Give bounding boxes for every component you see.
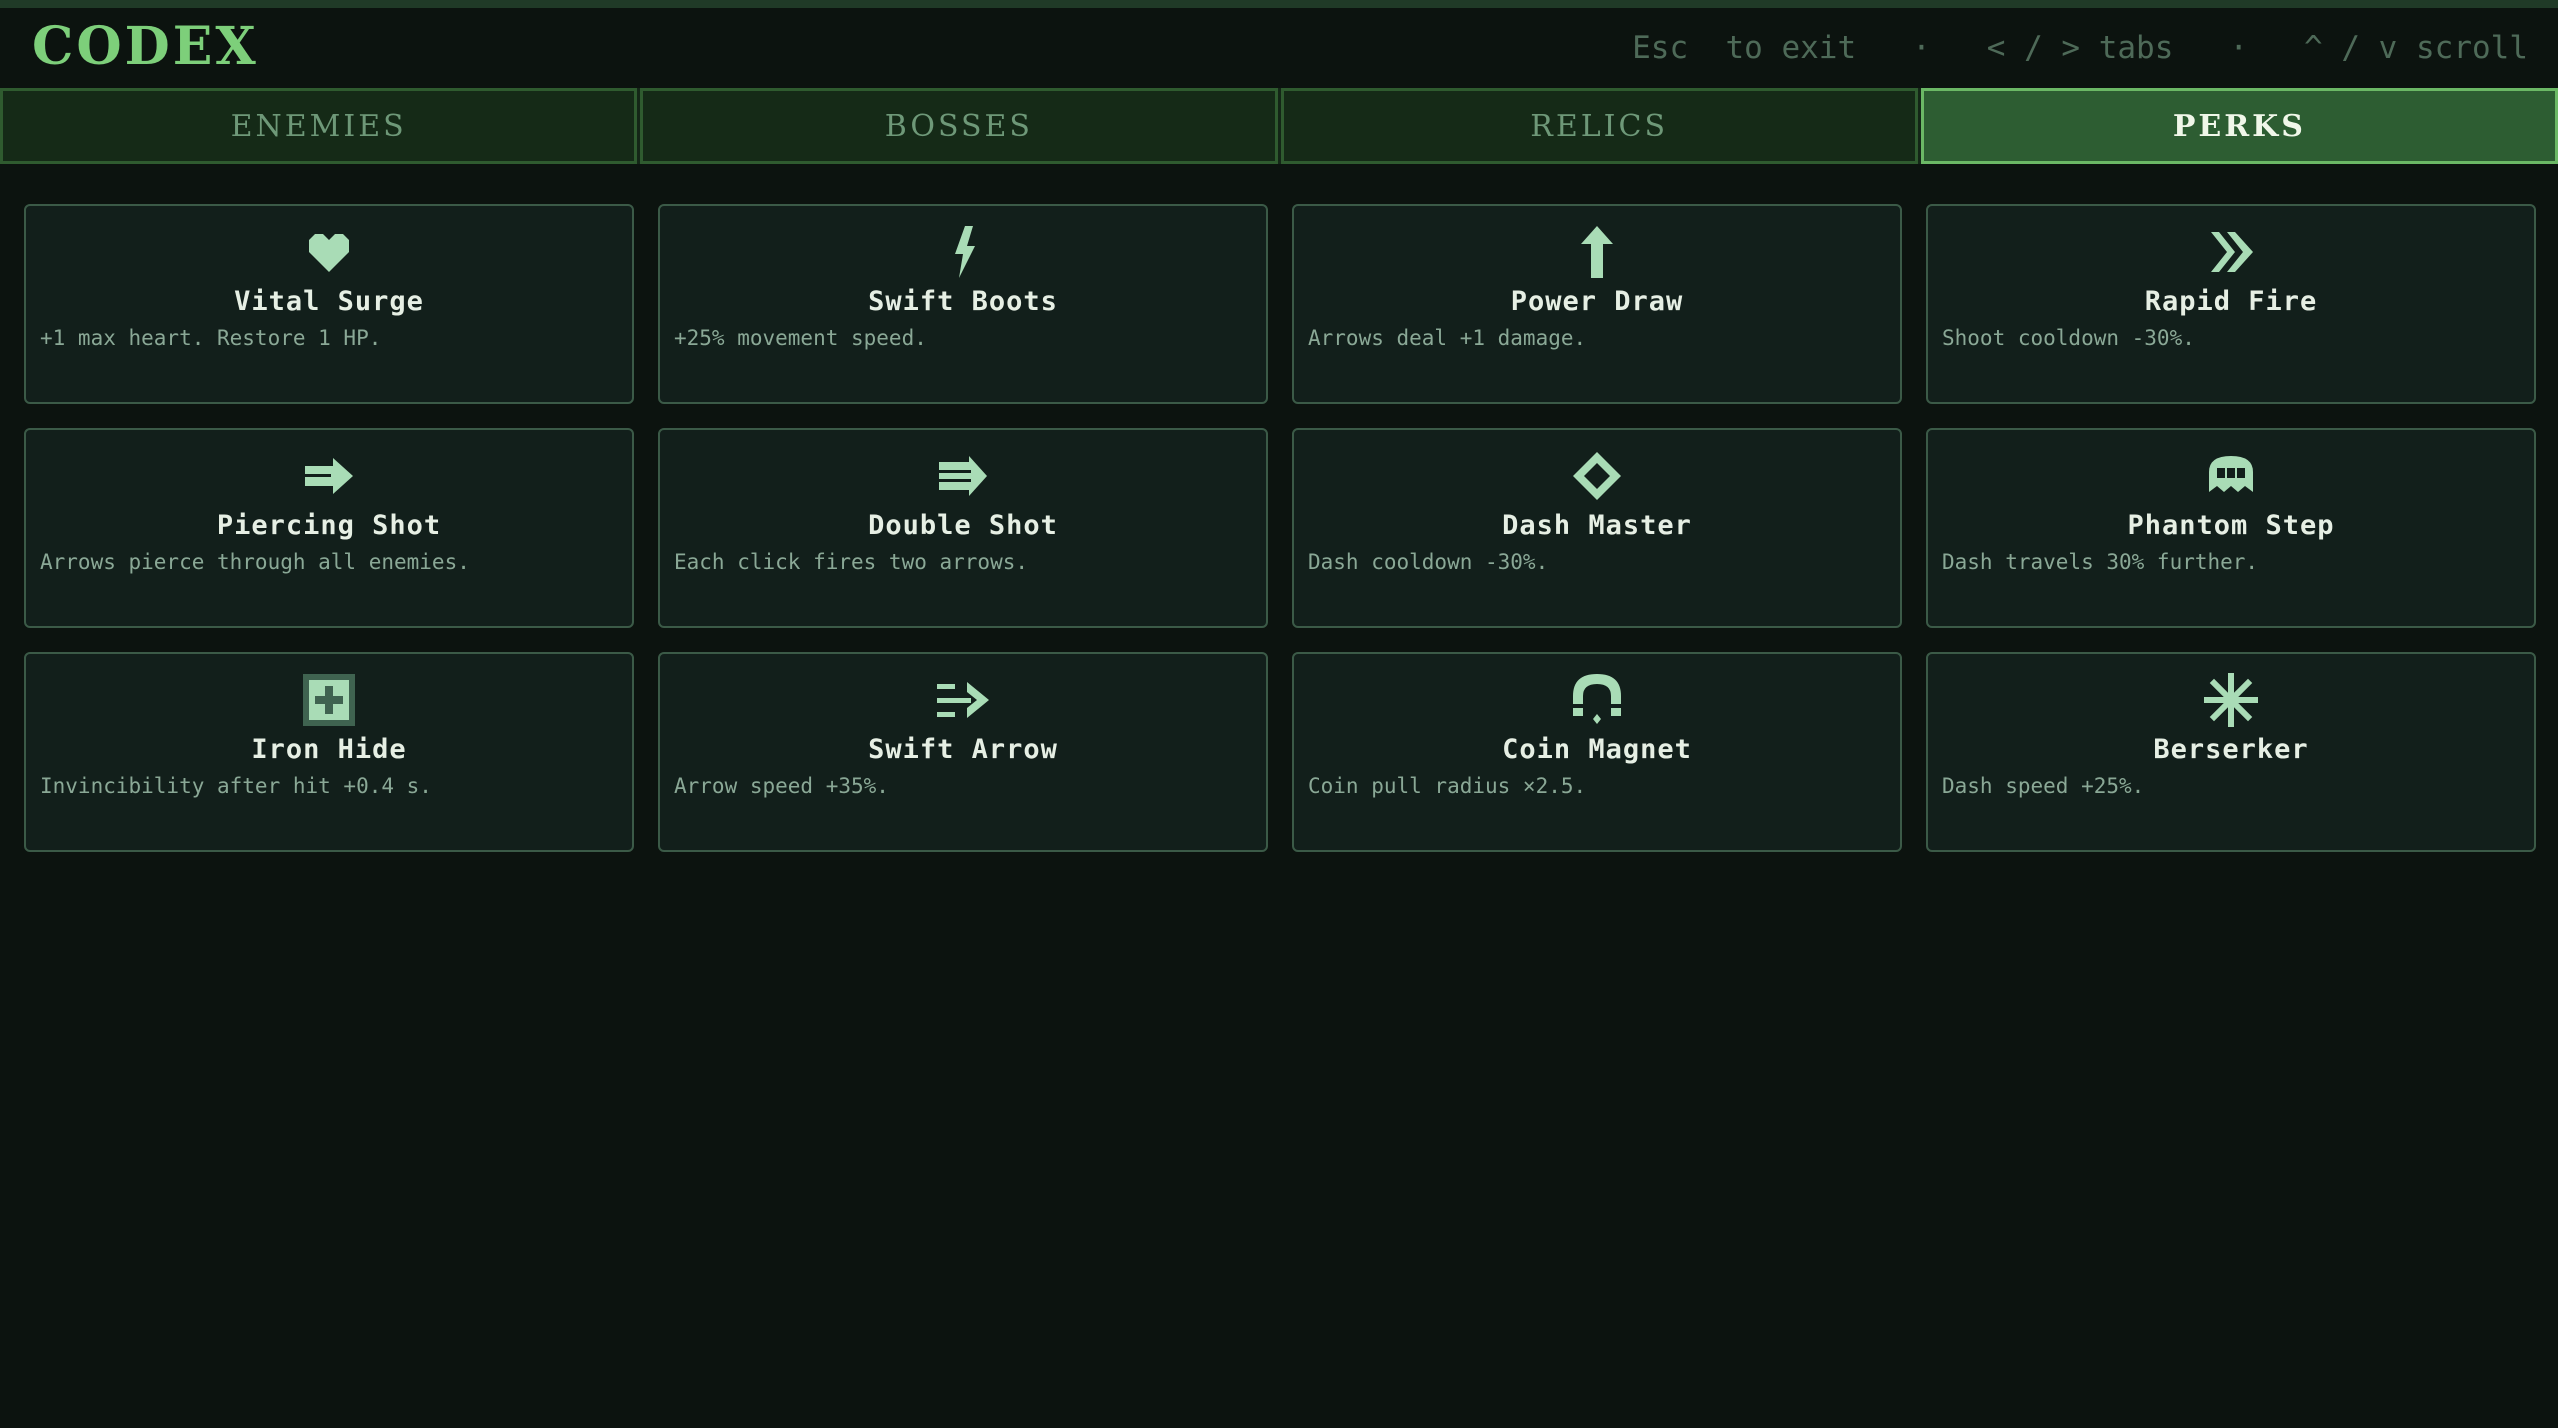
ghost-icon — [2203, 448, 2259, 504]
perk-card-vital-surge[interactable]: Vital Surge +1 max heart. Restore 1 HP. — [24, 204, 634, 404]
perk-card-rapid-fire[interactable]: Rapid Fire Shoot cooldown -30%. — [1926, 204, 2536, 404]
tab-bosses[interactable]: BOSSES — [640, 88, 1278, 164]
perk-description: +25% movement speed. — [674, 326, 927, 350]
perk-description: Coin pull radius ×2.5. — [1308, 774, 1587, 798]
shield-plus-icon — [301, 672, 357, 728]
starburst-icon — [2203, 672, 2259, 728]
perk-card-dash-master[interactable]: Dash Master Dash cooldown -30%. — [1292, 428, 1902, 628]
magnet-icon — [1569, 672, 1625, 728]
perk-description: Invincibility after hit +0.4 s. — [40, 774, 432, 798]
controls-hint: Esc to exit · < / > tabs · ^ / v scroll — [1632, 30, 2528, 66]
perk-name: Vital Surge — [234, 286, 424, 317]
perk-name: Double Shot — [868, 510, 1058, 541]
perk-card-double-shot[interactable]: Double Shot Each click fires two arrows. — [658, 428, 1268, 628]
perk-card-coin-magnet[interactable]: Coin Magnet Coin pull radius ×2.5. — [1292, 652, 1902, 852]
perk-name: Berserker — [2153, 734, 2309, 765]
perk-card-berserker[interactable]: Berserker Dash speed +25%. — [1926, 652, 2536, 852]
perk-card-piercing-shot[interactable]: Piercing Shot Arrows pierce through all … — [24, 428, 634, 628]
tab-perks[interactable]: PERKS — [1920, 88, 2558, 164]
perk-description: Arrows pierce through all enemies. — [40, 550, 470, 574]
codex-tabs: ENEMIES BOSSES RELICS PERKS — [0, 88, 2558, 164]
perk-description: Dash cooldown -30%. — [1308, 550, 1549, 574]
perk-grid: Vital Surge +1 max heart. Restore 1 HP. … — [24, 204, 2536, 852]
perk-description: Dash speed +25%. — [1942, 774, 2145, 798]
perk-name: Piercing Shot — [216, 510, 442, 541]
perk-card-iron-hide[interactable]: Iron Hide Invincibility after hit +0.4 s… — [24, 652, 634, 852]
perk-description: Arrow speed +35%. — [674, 774, 889, 798]
perk-name: Coin Magnet — [1502, 734, 1692, 765]
codex-header: CODEX Esc to exit · < / > tabs · ^ / v s… — [0, 8, 2558, 88]
piercing-arrow-icon — [301, 448, 357, 504]
perk-description: Each click fires two arrows. — [674, 550, 1029, 574]
perk-description: Arrows deal +1 damage. — [1308, 326, 1587, 350]
perk-name: Power Draw — [1510, 286, 1684, 317]
perk-card-swift-arrow[interactable]: Swift Arrow Arrow speed +35%. — [658, 652, 1268, 852]
page-title: CODEX — [32, 16, 259, 77]
arrow-up-icon — [1569, 224, 1625, 280]
top-border — [0, 0, 2558, 8]
perk-card-swift-boots[interactable]: Swift Boots +25% movement speed. — [658, 204, 1268, 404]
tab-relics[interactable]: RELICS — [1280, 88, 1918, 164]
perk-name: Iron Hide — [251, 734, 407, 765]
perk-description: Dash travels 30% further. — [1942, 550, 2259, 574]
double-chevron-icon — [2203, 224, 2259, 280]
tab-enemies[interactable]: ENEMIES — [0, 88, 638, 164]
speed-arrow-icon — [935, 672, 991, 728]
heart-icon — [301, 224, 357, 280]
lightning-icon — [935, 224, 991, 280]
perk-name: Swift Arrow — [868, 734, 1058, 765]
perk-name: Phantom Step — [2127, 510, 2335, 541]
double-arrow-icon — [935, 448, 991, 504]
perk-description: Shoot cooldown -30%. — [1942, 326, 2195, 350]
perk-name: Dash Master — [1502, 510, 1692, 541]
perk-card-phantom-step[interactable]: Phantom Step Dash travels 30% further. — [1926, 428, 2536, 628]
perk-name: Swift Boots — [868, 286, 1058, 317]
perk-name: Rapid Fire — [2144, 286, 2318, 317]
perk-card-power-draw[interactable]: Power Draw Arrows deal +1 damage. — [1292, 204, 1902, 404]
perk-description: +1 max heart. Restore 1 HP. — [40, 326, 382, 350]
diamond-icon — [1569, 448, 1625, 504]
